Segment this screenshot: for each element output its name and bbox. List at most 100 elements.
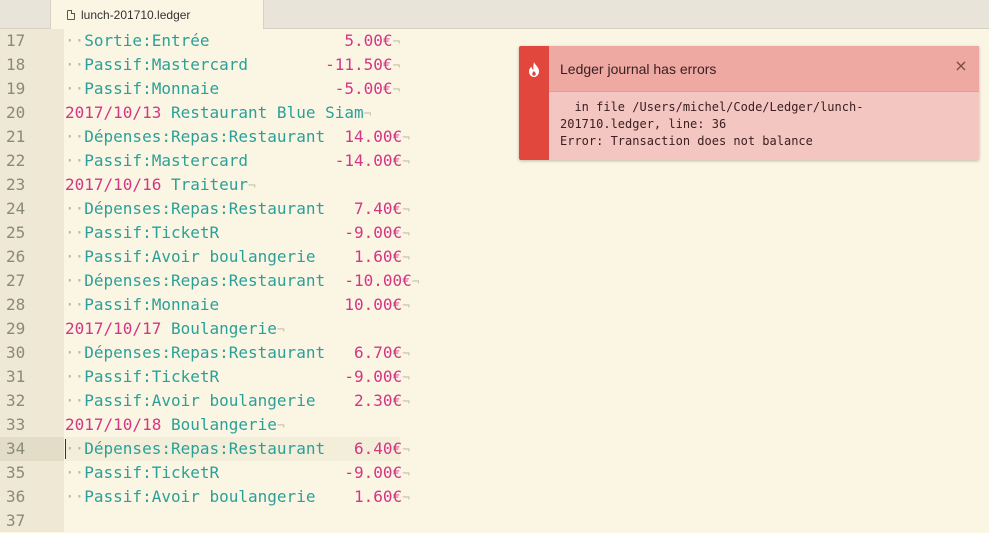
account-name: Dépenses:Repas:Restaurant — [84, 439, 326, 458]
account-name: Passif:Monnaie — [84, 79, 220, 98]
whitespace-marker: ·· — [65, 463, 85, 482]
close-icon[interactable]: × — [953, 57, 969, 75]
code-line[interactable]: 30 ··Dépenses:Repas:Restaurant 6.70€¬ — [0, 341, 989, 365]
whitespace-marker: ·· — [65, 487, 85, 506]
eol-marker: ¬ — [411, 275, 420, 290]
line-number: 25 — [6, 223, 26, 242]
account-name: Passif:TicketR — [84, 463, 220, 482]
eol-marker: ¬ — [402, 203, 410, 218]
code-line[interactable]: 24 ··Dépenses:Repas:Restaurant 7.40€¬ — [0, 197, 989, 221]
whitespace-marker: ·· — [65, 127, 85, 146]
code-line[interactable]: 33 2017/10/18 Boulangerie¬ — [0, 413, 989, 437]
line-content: ··Passif:Avoir boulangerie 1.60€¬ — [65, 245, 410, 271]
line-content: 2017/10/16 Traiteur¬ — [65, 173, 256, 199]
amount: -9.00€ — [344, 367, 403, 386]
eol-marker: ¬ — [402, 371, 410, 386]
eol-marker: ¬ — [402, 443, 410, 458]
amount: -10.00€ — [344, 271, 412, 290]
whitespace-marker: ·· — [65, 439, 85, 458]
transaction-date: 2017/10/16 — [65, 175, 162, 194]
alignment-padding — [315, 247, 354, 266]
eol-marker: ¬ — [402, 299, 410, 314]
line-content: ··Dépenses:Repas:Restaurant -10.00€¬ — [65, 269, 420, 295]
whitespace-marker: ·· — [65, 223, 85, 242]
tab-file[interactable]: lunch-201710.ledger — [50, 0, 264, 29]
account-name: Dépenses:Repas:Restaurant — [84, 127, 326, 146]
alignment-padding — [325, 127, 344, 146]
amount: 14.00€ — [344, 127, 403, 146]
code-line[interactable]: 34 ··Dépenses:Repas:Restaurant 6.40€¬ — [0, 437, 989, 461]
alignment-padding — [219, 223, 344, 242]
line-content: ··Passif:TicketR -9.00€¬ — [65, 461, 410, 487]
eol-marker: ¬ — [248, 179, 256, 194]
code-line[interactable]: 29 2017/10/17 Boulangerie¬ — [0, 317, 989, 341]
line-number: 29 — [6, 319, 26, 338]
error-notification: Ledger journal has errors × in file /Use… — [519, 46, 979, 160]
code-line[interactable]: 25 ··Passif:TicketR -9.00€¬ — [0, 221, 989, 245]
line-content: 2017/10/13 Restaurant Blue Siam¬ — [65, 101, 371, 127]
alignment-padding — [325, 343, 354, 362]
alignment-padding — [219, 367, 344, 386]
account-name: Dépenses:Repas:Restaurant — [84, 343, 326, 362]
transaction-date: 2017/10/18 — [65, 415, 162, 434]
alignment-padding — [219, 463, 344, 482]
line-number: 32 — [6, 391, 26, 410]
account-name: Passif:Avoir boulangerie — [84, 391, 316, 410]
line-number: 34 — [0, 437, 64, 461]
code-line[interactable]: 36 ··Passif:Avoir boulangerie 1.60€¬ — [0, 485, 989, 509]
line-content: ··Passif:TicketR -9.00€¬ — [65, 365, 410, 391]
amount: -9.00€ — [344, 463, 403, 482]
whitespace-marker: ·· — [65, 55, 85, 74]
amount: -14.00€ — [334, 151, 403, 170]
code-line[interactable]: 35 ··Passif:TicketR -9.00€¬ — [0, 461, 989, 485]
code-line[interactable]: 31 ··Passif:TicketR -9.00€¬ — [0, 365, 989, 389]
tab-label: lunch-201710.ledger — [81, 7, 191, 22]
line-number: 27 — [6, 271, 26, 290]
line-number: 23 — [6, 175, 26, 194]
notification-icon-column — [519, 46, 549, 160]
line-content: ··Passif:Monnaie 10.00€¬ — [65, 293, 410, 319]
alignment-padding — [210, 31, 345, 50]
alignment-padding — [325, 199, 354, 218]
code-line[interactable]: 32 ··Passif:Avoir boulangerie 2.30€¬ — [0, 389, 989, 413]
amount: -9.00€ — [344, 223, 403, 242]
whitespace-marker: ·· — [65, 199, 85, 218]
code-line[interactable]: 27 ··Dépenses:Repas:Restaurant -10.00€¬ — [0, 269, 989, 293]
whitespace-marker: ·· — [65, 31, 85, 50]
whitespace-marker: ·· — [65, 271, 85, 290]
code-line[interactable]: 28 ··Passif:Monnaie 10.00€¬ — [0, 293, 989, 317]
eol-marker: ¬ — [402, 131, 410, 146]
eol-marker: ¬ — [392, 83, 401, 98]
whitespace-marker: ·· — [65, 295, 85, 314]
eol-marker: ¬ — [402, 347, 410, 362]
line-number: 18 — [6, 55, 26, 74]
payee: Boulangerie — [170, 415, 277, 434]
line-content: ··Dépenses:Repas:Restaurant 6.70€¬ — [65, 341, 410, 367]
line-number: 24 — [6, 199, 26, 218]
alignment-padding — [315, 391, 354, 410]
code-line[interactable]: 37 — [0, 509, 989, 533]
account-name: Dépenses:Repas:Restaurant — [84, 199, 326, 218]
eol-marker: ¬ — [392, 35, 401, 50]
code-line[interactable]: 23 2017/10/16 Traiteur¬ — [0, 173, 989, 197]
eol-marker: ¬ — [402, 227, 410, 242]
notification-detail-line: in file /Users/michel/Code/Ledger/lunch- — [560, 100, 864, 114]
line-content: ··Passif:Mastercard -11.50€¬ — [65, 53, 400, 79]
eol-marker: ¬ — [402, 467, 410, 482]
eol-marker: ¬ — [276, 323, 285, 338]
notification-header: Ledger journal has errors × — [549, 46, 979, 92]
alignment-padding — [219, 79, 335, 98]
code-line[interactable]: 26 ··Passif:Avoir boulangerie 1.60€¬ — [0, 245, 989, 269]
account-name: Passif:Mastercard — [84, 55, 249, 74]
eol-marker: ¬ — [392, 59, 401, 74]
line-number: 20 — [6, 103, 26, 122]
amount: 6.40€ — [354, 439, 403, 458]
account-name: Passif:TicketR — [84, 223, 220, 242]
amount: 7.40€ — [354, 199, 403, 218]
line-content: ··Dépenses:Repas:Restaurant 6.40€¬ — [65, 437, 410, 463]
account-name: Passif:Avoir boulangerie — [84, 487, 316, 506]
whitespace-marker: ·· — [65, 79, 85, 98]
line-number: 19 — [6, 79, 26, 98]
whitespace-marker: ·· — [65, 391, 85, 410]
amount: -5.00€ — [334, 79, 393, 98]
